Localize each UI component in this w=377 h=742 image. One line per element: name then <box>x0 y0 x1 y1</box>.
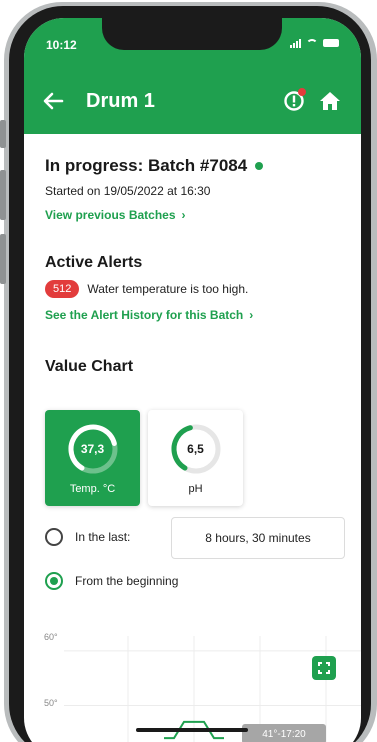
temperature-card[interactable]: 37,3 Temp. °C <box>45 410 140 506</box>
radio-in-the-last[interactable] <box>45 528 63 546</box>
home-icon[interactable] <box>319 90 341 112</box>
value-cards: 37,3 Temp. °C 6,5 pH <box>45 410 243 506</box>
ph-value: 6,5 <box>187 442 204 456</box>
radio-from-beginning[interactable] <box>45 572 63 590</box>
signal-icon <box>290 38 301 48</box>
chart-tooltip: 41°-17:20 <box>242 724 326 742</box>
option-from-beginning-label: From the beginning <box>75 574 179 588</box>
chevron-right-icon: › <box>249 308 254 322</box>
home-indicator <box>136 728 248 732</box>
chevron-right-icon: › <box>181 208 186 222</box>
alerts-section: Active Alerts 512 Water temperature is t… <box>45 254 345 322</box>
side-button <box>0 120 6 148</box>
option-in-the-last-label: In the last: <box>75 530 131 544</box>
expand-chart-button[interactable] <box>312 656 336 680</box>
temperature-value: 37,3 <box>80 442 105 456</box>
page-title: Drum 1 <box>86 90 155 112</box>
alert-history-link[interactable]: See the Alert History for this Batch › <box>45 308 345 322</box>
side-button <box>0 234 6 284</box>
option-in-the-last[interactable]: In the last: <box>45 528 130 546</box>
value-chart-heading: Value Chart <box>45 358 134 375</box>
ph-gauge: 6,5 <box>168 421 224 477</box>
status-icons <box>290 38 339 48</box>
duration-field[interactable]: 8 hours, 30 minutes <box>171 517 345 559</box>
back-arrow-icon[interactable] <box>42 90 64 112</box>
side-button <box>0 170 6 220</box>
notification-dot <box>298 88 306 96</box>
battery-icon <box>323 39 339 47</box>
status-dot <box>255 162 264 170</box>
value-chart-heading-wrap: Value Chart <box>45 358 345 376</box>
batch-section: In progress: Batch #7084 Started on 19/0… <box>45 156 345 222</box>
batch-title: In progress: Batch #7084 <box>45 156 345 176</box>
camera-notch <box>102 18 282 50</box>
batch-started: Started on 19/05/2022 at 16:30 <box>45 184 211 198</box>
app-header: 10:12 Drum 1 <box>24 18 361 134</box>
ph-card[interactable]: 6,5 pH <box>148 410 243 506</box>
view-previous-batches-link[interactable]: View previous Batches › <box>45 208 345 222</box>
status-time: 10:12 <box>46 38 77 52</box>
option-from-beginning[interactable]: From the beginning <box>45 572 178 590</box>
wifi-icon <box>306 39 318 47</box>
alert-history-label: See the Alert History for this Batch <box>45 308 244 322</box>
alert-text: Water temperature is too high. <box>87 282 249 296</box>
expand-icon <box>318 662 330 674</box>
duration-value: 8 hours, 30 minutes <box>205 531 311 545</box>
alerts-heading: Active Alerts <box>45 254 143 271</box>
alert-item: 512 Water temperature is too high. <box>45 280 345 298</box>
temperature-gauge: 37,3 <box>65 421 121 477</box>
y-tick-label: 60° <box>44 632 58 642</box>
y-tick-label: 50° <box>44 698 58 708</box>
temperature-label: Temp. °C <box>69 483 116 495</box>
alert-badge: 512 <box>45 280 80 298</box>
app-screen: 10:12 Drum 1 In progress: Batch #7084 St… <box>24 18 361 742</box>
batch-title-text: In progress: Batch #7084 <box>45 156 248 175</box>
view-previous-label: View previous Batches <box>45 208 176 222</box>
ph-label: pH <box>188 483 203 495</box>
